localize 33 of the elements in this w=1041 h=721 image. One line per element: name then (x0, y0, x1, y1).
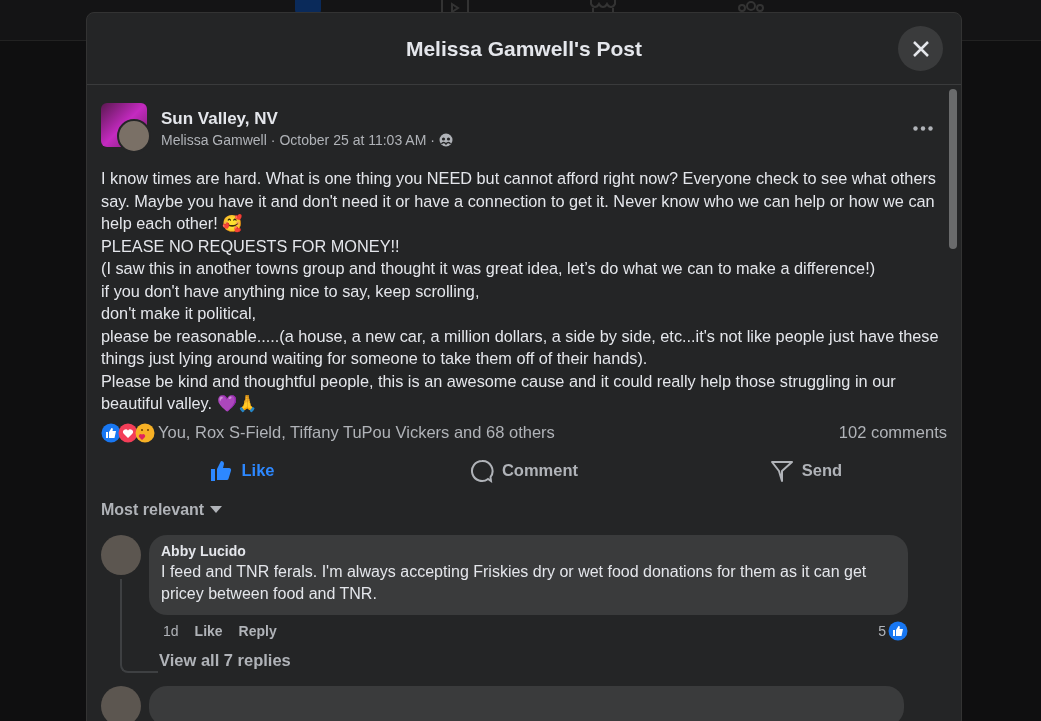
view-replies-link[interactable]: View all 7 replies (159, 650, 291, 670)
comment-text: I feed and TNR ferals. I'm always accepting Friskies dry or wet food donations for them as it can get pricey between food and TNR. (161, 561, 868, 604)
group-name[interactable]: Sun Valley, NV (161, 108, 453, 129)
like-count[interactable]: 5 (878, 622, 886, 639)
scrollbar[interactable] (949, 89, 957, 249)
dialog-title: Melissa Gamwell's Post (405, 36, 643, 61)
post-text: I know times are hard. What is one thing you NEED but cannot afford right now? Everyone check to see what others say. Maybe you have it and don't need it or have a connection to get it. Never know who we can help or how we can help each other! 🥰 PLEASE NO REQUESTS FOR MONEY!! (I saw this in another towns group and thought it was great idea, let’s do what we can to make a difference!) if you don't have anything nice to say, keep scrolling, don't make it political, please be reasonable.....(a house, a new car, a million dollars, a side by side, etc...it's not like people just have these things just lying around waiting for someone to take them off of their hands). Please be kind and thoughtful people, this is an awesome cause and it could really help those struggling in our beautiful valley. 💜🙏 (101, 168, 940, 414)
speech-bubble-icon (469, 458, 494, 483)
like-reaction-icon (101, 422, 121, 443)
separator-dot: · (270, 131, 276, 148)
send-action-button[interactable]: Send (665, 450, 947, 491)
post-author[interactable]: Melissa Gamwell (161, 131, 267, 148)
avatar-circle[interactable] (101, 534, 141, 575)
like-link[interactable]: Like (194, 622, 223, 639)
like-reaction-icon (888, 620, 908, 641)
reactions-summary[interactable]: You, Rox S-Field, Tiffany TuPou Vickers and 68 others (158, 423, 555, 442)
like-action-button[interactable]: Like (101, 450, 383, 491)
post-time[interactable]: October 25 at 11:03 AM (279, 131, 427, 148)
close-icon (911, 39, 930, 58)
sort-dropdown[interactable]: Most relevant (101, 494, 223, 525)
heart-reaction-icon (118, 422, 138, 443)
comment-author[interactable]: Abby Lucido (161, 542, 896, 559)
separator-dot: · (430, 131, 435, 148)
close-button[interactable] (898, 26, 943, 71)
hug-reaction-icon (135, 422, 155, 443)
caret-icon (210, 506, 223, 513)
avatar-circle[interactable] (101, 685, 141, 721)
comment-age[interactable]: 1d (163, 622, 179, 639)
comments-count[interactable]: 102 comments (838, 423, 947, 442)
thumbs-up-icon (209, 458, 234, 483)
more-icon (913, 125, 933, 131)
reply-link[interactable]: Reply (238, 622, 277, 639)
comment-action-button[interactable]: Comment (383, 450, 665, 491)
